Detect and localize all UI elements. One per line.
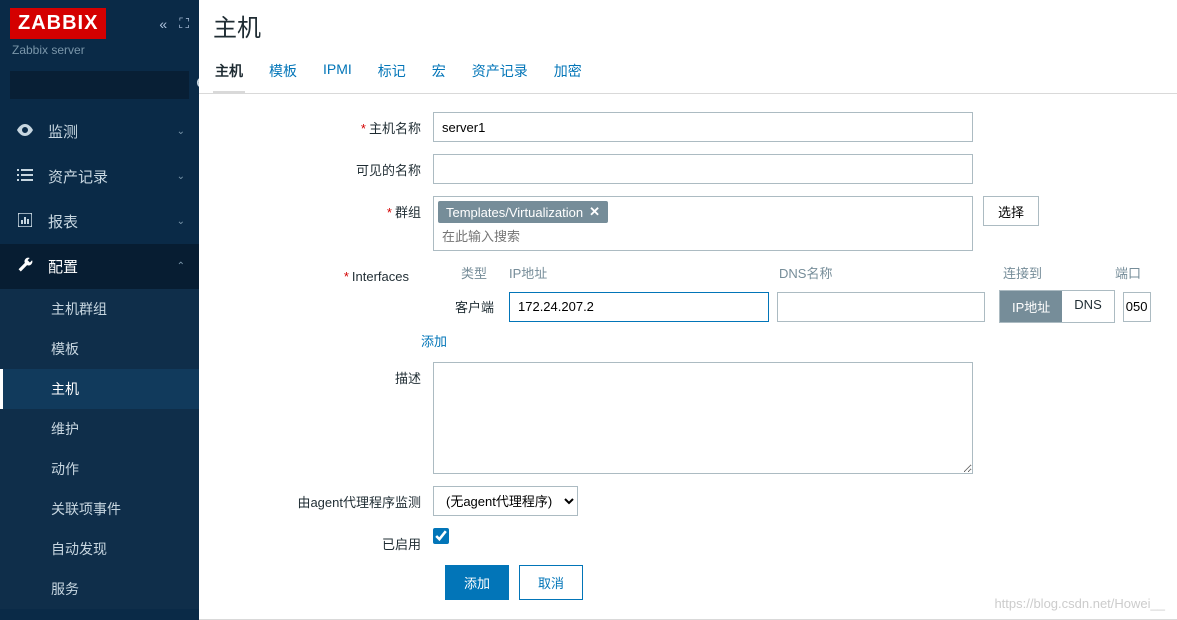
add-button[interactable]: 添加 bbox=[445, 565, 509, 600]
chevron-down-icon: ⌄ bbox=[177, 171, 185, 182]
nav-label: 监测 bbox=[48, 121, 78, 142]
eye-icon bbox=[14, 123, 36, 140]
enabled-checkbox[interactable] bbox=[433, 528, 449, 544]
sub-services[interactable]: 服务 bbox=[0, 569, 199, 609]
groups-search-input[interactable] bbox=[438, 223, 968, 246]
sidebar: ZABBIX « ⛶ Zabbix server 监测 ⌄ 资产记录 ⌄ 报表 … bbox=[0, 0, 199, 620]
interface-type: 客户端 bbox=[455, 297, 509, 316]
ih-type: 类型 bbox=[461, 263, 509, 282]
connect-toggle[interactable]: IP地址 DNS bbox=[999, 290, 1115, 323]
tab-ipmi[interactable]: IPMI bbox=[321, 53, 354, 93]
nav-config[interactable]: 配置 ⌃ bbox=[0, 244, 199, 289]
list-icon bbox=[14, 168, 36, 185]
label-proxy: 由agent代理程序监测 bbox=[213, 486, 433, 511]
sidebar-header: ZABBIX « ⛶ bbox=[0, 0, 199, 43]
label-enabled: 已启用 bbox=[213, 528, 433, 553]
collapse-icon[interactable]: « bbox=[159, 16, 167, 32]
chart-icon bbox=[14, 213, 36, 231]
nav-inventory[interactable]: 资产记录 ⌄ bbox=[0, 154, 199, 199]
ih-connect: 连接到 bbox=[1003, 263, 1115, 282]
label-groups: *群组 bbox=[213, 196, 433, 221]
fullscreen-icon[interactable]: ⛶ bbox=[179, 15, 189, 32]
sidebar-search[interactable] bbox=[10, 71, 189, 99]
nav-reports[interactable]: 报表 ⌄ bbox=[0, 199, 199, 244]
label-visiblename: 可见的名称 bbox=[213, 154, 433, 179]
main-content: 主机 主机 模板 IPMI 标记 宏 资产记录 加密 *主机名称 可见的名称 *… bbox=[199, 0, 1177, 620]
label-description: 描述 bbox=[213, 362, 433, 387]
server-name: Zabbix server bbox=[0, 43, 199, 65]
toggle-dns[interactable]: DNS bbox=[1062, 291, 1113, 322]
cancel-button[interactable]: 取消 bbox=[519, 565, 583, 600]
label-interfaces: *Interfaces bbox=[213, 263, 421, 284]
sub-maintenance[interactable]: 维护 bbox=[0, 409, 199, 449]
sub-discovery[interactable]: 自动发现 bbox=[0, 529, 199, 569]
host-form: *主机名称 可见的名称 *群组 Templates/Virtualization… bbox=[199, 94, 1177, 614]
zabbix-logo[interactable]: ZABBIX bbox=[10, 8, 106, 39]
proxy-select[interactable]: (无agent代理程序) bbox=[433, 486, 578, 516]
groups-select-button[interactable]: 选择 bbox=[983, 196, 1039, 226]
ip-input[interactable] bbox=[509, 292, 769, 322]
nav-label: 报表 bbox=[48, 211, 78, 232]
form-buttons: 添加 取消 bbox=[445, 565, 1163, 600]
hostname-input[interactable] bbox=[433, 112, 973, 142]
sub-hostgroups[interactable]: 主机群组 bbox=[0, 289, 199, 329]
chevron-up-icon: ⌃ bbox=[177, 261, 185, 272]
tab-encryption[interactable]: 加密 bbox=[552, 53, 584, 93]
nav-label: 资产记录 bbox=[48, 166, 108, 187]
search-input[interactable] bbox=[19, 78, 196, 93]
chevron-down-icon: ⌄ bbox=[177, 126, 185, 137]
sub-hosts[interactable]: 主机 bbox=[0, 369, 199, 409]
label-hostname: *主机名称 bbox=[213, 112, 433, 137]
port-input[interactable] bbox=[1123, 292, 1151, 322]
ih-port: 端口 bbox=[1115, 263, 1163, 282]
wrench-icon bbox=[14, 257, 36, 276]
page-title: 主机 bbox=[199, 0, 1177, 53]
groups-tagbox[interactable]: Templates/Virtualization ✕ bbox=[433, 196, 973, 251]
add-interface-link[interactable]: 添加 bbox=[421, 331, 447, 350]
sub-actions[interactable]: 动作 bbox=[0, 449, 199, 489]
tab-macros[interactable]: 宏 bbox=[430, 53, 448, 93]
interface-headers: 类型 IP地址 DNS名称 连接到 端口 bbox=[421, 263, 1163, 282]
ih-dns: DNS名称 bbox=[779, 263, 995, 282]
nav-monitoring[interactable]: 监测 ⌄ bbox=[0, 109, 199, 154]
group-tag: Templates/Virtualization ✕ bbox=[438, 201, 608, 223]
interface-row: 客户端 IP地址 DNS bbox=[421, 290, 1163, 323]
visiblename-input[interactable] bbox=[433, 154, 973, 184]
chevron-down-icon: ⌄ bbox=[177, 216, 185, 227]
tabs: 主机 模板 IPMI 标记 宏 资产记录 加密 bbox=[199, 53, 1177, 94]
toggle-ip[interactable]: IP地址 bbox=[1000, 291, 1062, 322]
group-tag-label: Templates/Virtualization bbox=[446, 205, 583, 220]
nav-label: 配置 bbox=[48, 256, 78, 277]
tab-host[interactable]: 主机 bbox=[213, 53, 245, 93]
tab-templates[interactable]: 模板 bbox=[267, 53, 299, 93]
ih-ip: IP地址 bbox=[509, 263, 779, 282]
sub-templates[interactable]: 模板 bbox=[0, 329, 199, 369]
tag-remove-icon[interactable]: ✕ bbox=[589, 204, 600, 220]
description-input[interactable] bbox=[433, 362, 973, 474]
tab-inventory[interactable]: 资产记录 bbox=[470, 53, 530, 93]
sub-correlation[interactable]: 关联项事件 bbox=[0, 489, 199, 529]
dns-input[interactable] bbox=[777, 292, 985, 322]
tab-tags[interactable]: 标记 bbox=[376, 53, 408, 93]
config-submenu: 主机群组 模板 主机 维护 动作 关联项事件 自动发现 服务 bbox=[0, 289, 199, 609]
